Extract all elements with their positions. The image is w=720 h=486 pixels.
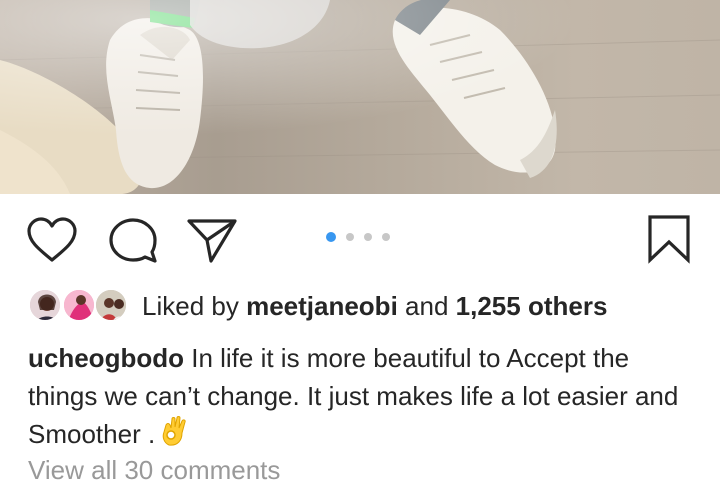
likes-summary[interactable]: Liked by meetjaneobi and 1,255 others [142, 291, 607, 322]
view-comments-link[interactable]: View all 30 comments [28, 455, 280, 486]
likes-row: Liked by meetjaneobi and 1,255 others [28, 288, 718, 328]
avatar-photo [30, 290, 60, 320]
paper-plane-icon[interactable] [186, 216, 238, 264]
likes-others-count[interactable]: 1,255 others [456, 291, 608, 321]
post-image[interactable] [0, 0, 720, 194]
likes-prefix: Liked by [142, 291, 239, 321]
likes-conjunction: and [405, 291, 449, 321]
avatar[interactable] [94, 288, 128, 322]
avatar-photo [96, 290, 126, 320]
bookmark-icon[interactable] [646, 214, 692, 264]
ok-hand-emoji [161, 415, 187, 458]
avatar-photo [64, 290, 94, 320]
avatar[interactable] [62, 288, 96, 322]
carousel-dot [382, 233, 390, 241]
liked-by-username[interactable]: meetjaneobi [246, 291, 398, 321]
heart-icon[interactable] [26, 216, 78, 264]
carousel-dot [346, 233, 354, 241]
post-caption: ucheogbodo In life it is more beautiful … [28, 340, 698, 458]
avatar[interactable] [28, 288, 62, 322]
comment-bubble-icon[interactable] [108, 216, 158, 264]
caption-username[interactable]: ucheogbodo [28, 343, 184, 373]
carousel-dot-active [326, 232, 336, 242]
carousel-dot [364, 233, 372, 241]
sneakers-photo [0, 0, 720, 194]
